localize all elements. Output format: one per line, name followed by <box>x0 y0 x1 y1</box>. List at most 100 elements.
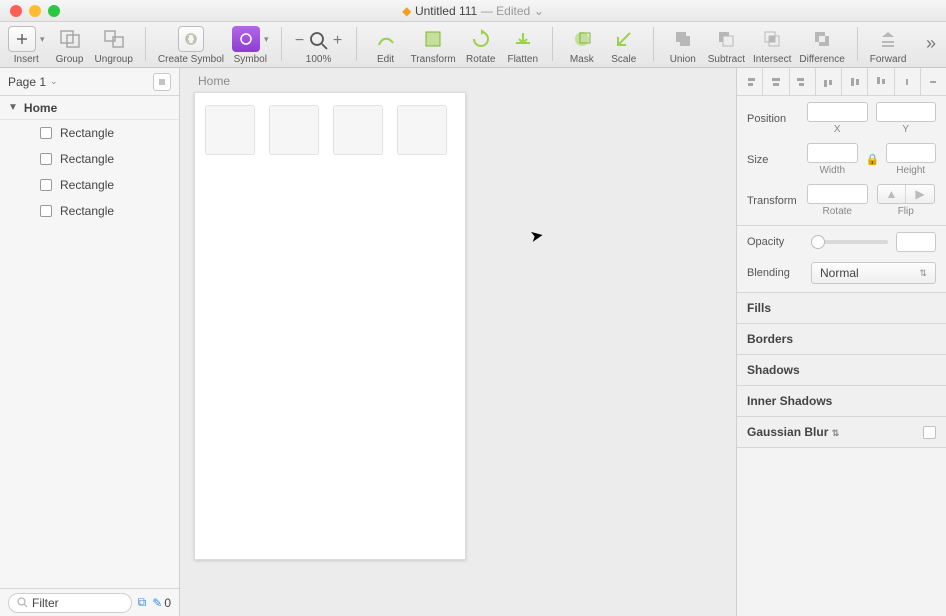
inner-shadows-section-header[interactable]: Inner Shadows <box>737 386 946 417</box>
opacity-row: Opacity <box>737 226 946 258</box>
gaussian-blur-checkbox[interactable] <box>923 426 936 439</box>
insert-button[interactable]: ▾ Insert <box>8 26 45 65</box>
lock-aspect-icon[interactable]: 🔒 <box>866 153 878 166</box>
transform-label: Transform <box>747 195 807 207</box>
zoom-control[interactable]: − + 100% <box>294 30 344 65</box>
title-dropdown-icon[interactable]: ⌄ <box>534 4 544 18</box>
expand-pages-button[interactable] <box>153 73 171 91</box>
layer-row[interactable]: Rectangle <box>0 146 179 172</box>
align-vcenter-button[interactable] <box>842 68 868 95</box>
transform-label: Transform <box>411 54 456 65</box>
align-left-button[interactable] <box>737 68 763 95</box>
layer-name: Rectangle <box>60 126 114 140</box>
zoom-window-button[interactable] <box>48 5 60 17</box>
slice-count: 0 <box>164 596 171 610</box>
height-sublabel: Height <box>896 165 925 176</box>
create-symbol-button[interactable]: Create Symbol <box>158 26 224 65</box>
rotate-label: Rotate <box>466 54 495 65</box>
borders-section-header[interactable]: Borders <box>737 324 946 355</box>
subtract-label: Subtract <box>708 54 745 65</box>
forward-button[interactable]: Forward <box>870 26 907 65</box>
flip-vertical-button[interactable]: ▶ <box>906 185 934 203</box>
rectangle-icon <box>40 127 52 139</box>
symbol-button[interactable]: ▾ Symbol <box>232 26 269 65</box>
rectangle-shape[interactable] <box>269 105 319 155</box>
difference-button[interactable]: Difference <box>799 26 844 65</box>
distribute-h-button[interactable] <box>895 68 921 95</box>
ungroup-button[interactable]: Ungroup <box>95 26 133 65</box>
width-input[interactable] <box>807 143 858 163</box>
align-bottom-button[interactable] <box>868 68 894 95</box>
width-sublabel: Width <box>819 165 845 176</box>
flip-horizontal-button[interactable]: ▲ <box>878 185 907 203</box>
blending-select[interactable]: Normal ⇅ <box>811 262 936 284</box>
position-y-input[interactable] <box>876 102 937 122</box>
shadows-label: Shadows <box>747 363 800 377</box>
blur-type-arrows-icon[interactable]: ⇅ <box>832 428 840 438</box>
opacity-input[interactable] <box>896 232 936 252</box>
opacity-slider[interactable] <box>811 240 888 244</box>
rotate-input[interactable] <box>807 184 868 204</box>
align-right-button[interactable] <box>790 68 816 95</box>
x-sublabel: X <box>834 124 841 135</box>
close-window-button[interactable] <box>10 5 22 17</box>
fills-label: Fills <box>747 301 771 315</box>
layer-name: Rectangle <box>60 204 114 218</box>
distribute-v-button[interactable] <box>921 68 946 95</box>
filter-input[interactable]: Filter <box>8 593 132 613</box>
inner-shadows-label: Inner Shadows <box>747 394 832 408</box>
ungroup-label: Ungroup <box>95 54 133 65</box>
position-label: Position <box>747 113 807 125</box>
align-hcenter-button[interactable] <box>763 68 789 95</box>
chevron-down-icon: ▾ <box>264 34 269 45</box>
height-input[interactable] <box>886 143 937 163</box>
scale-button[interactable]: Scale <box>607 26 641 65</box>
artboard-title[interactable]: Home <box>198 74 230 88</box>
symbol-filter-toggle[interactable]: ⧉ <box>138 595 147 610</box>
rotate-sublabel: Rotate <box>823 206 852 217</box>
intersect-button[interactable]: Intersect <box>753 26 791 65</box>
zoom-value[interactable]: 100% <box>306 54 332 65</box>
subtract-button[interactable]: Subtract <box>708 26 745 65</box>
toolbar-overflow-icon[interactable]: » <box>926 33 938 54</box>
gaussian-blur-label: Gaussian Blur <box>747 425 828 439</box>
slice-filter-toggle[interactable]: ✎0 <box>152 596 171 610</box>
chevron-down-icon: ⌄ <box>50 76 58 87</box>
rotate-button[interactable]: Rotate <box>464 26 498 65</box>
disclosure-triangle-icon[interactable]: ▼ <box>8 102 18 113</box>
select-arrows-icon: ⇅ <box>919 268 927 279</box>
position-x-input[interactable] <box>807 102 868 122</box>
page-selector[interactable]: Page 1 ⌄ <box>0 68 179 96</box>
layer-row[interactable]: Rectangle <box>0 172 179 198</box>
canvas-area[interactable]: Home ➤ <box>180 68 736 616</box>
fills-section-header[interactable]: Fills <box>737 293 946 324</box>
zoom-in-button[interactable]: + <box>332 32 344 50</box>
size-label: Size <box>747 154 807 166</box>
artboard-row[interactable]: ▼ Home <box>0 96 179 120</box>
flip-buttons: ▲ ▶ <box>877 184 935 204</box>
gaussian-blur-section-header[interactable]: Gaussian Blur ⇅ <box>737 417 946 448</box>
minimize-window-button[interactable] <box>29 5 41 17</box>
document-title: Untitled 111 <box>415 4 477 18</box>
edit-button[interactable]: Edit <box>369 26 403 65</box>
edit-label: Edit <box>377 54 394 65</box>
union-button[interactable]: Union <box>666 26 700 65</box>
shadows-section-header[interactable]: Shadows <box>737 355 946 386</box>
zoom-out-button[interactable]: − <box>294 32 306 50</box>
rectangle-shape[interactable] <box>397 105 447 155</box>
rectangle-shape[interactable] <box>333 105 383 155</box>
flatten-button[interactable]: Flatten <box>506 26 540 65</box>
layer-row[interactable]: Rectangle <box>0 198 179 224</box>
artboard[interactable] <box>194 92 466 560</box>
group-button[interactable]: Group <box>53 26 87 65</box>
align-top-button[interactable] <box>816 68 842 95</box>
transform-button[interactable]: Transform <box>411 26 456 65</box>
layers-panel: Page 1 ⌄ ▼ Home Rectangle Rectangle Rect… <box>0 68 180 616</box>
geometry-section: Position X Y Size Width 🔒 Height Transfo… <box>737 96 946 226</box>
layer-row[interactable]: Rectangle <box>0 120 179 146</box>
alignment-controls <box>737 68 946 96</box>
rectangle-shape[interactable] <box>205 105 255 155</box>
forward-label: Forward <box>870 54 907 65</box>
mask-button[interactable]: Mask <box>565 26 599 65</box>
layer-name: Rectangle <box>60 178 114 192</box>
